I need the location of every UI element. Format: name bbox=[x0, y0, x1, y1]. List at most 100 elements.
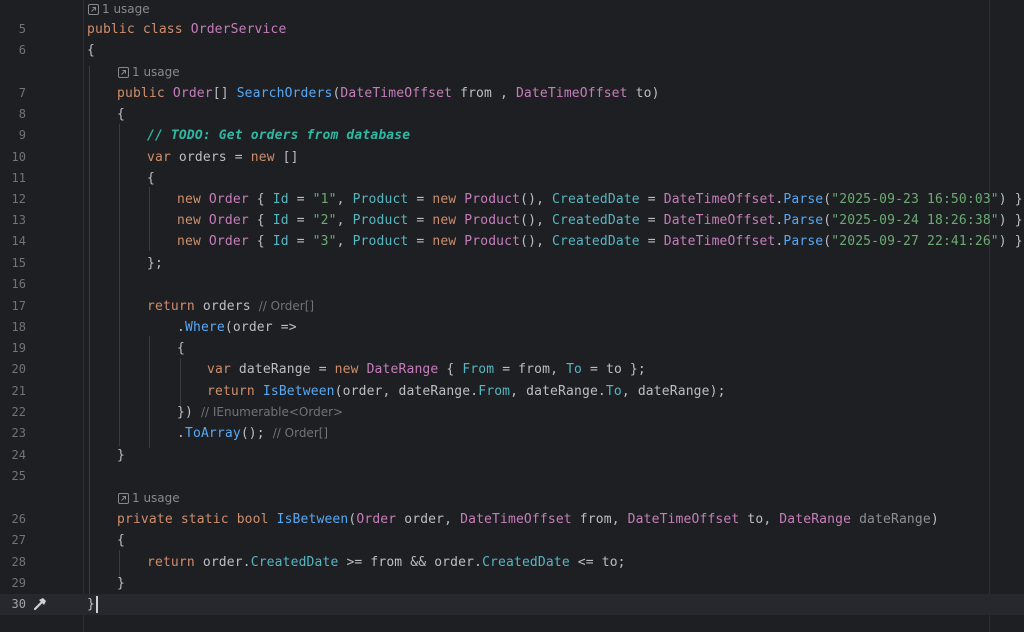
line-number[interactable]: 12 bbox=[0, 189, 26, 210]
punct: [] bbox=[212, 86, 229, 101]
code-line-5[interactable]: public class OrderService bbox=[87, 19, 286, 40]
line-number[interactable]: 25 bbox=[0, 466, 26, 487]
code-line-9[interactable]: // TODO: Get orders from database bbox=[147, 125, 410, 146]
line-number[interactable]: 8 bbox=[0, 104, 26, 125]
indent-guide bbox=[180, 358, 181, 406]
line-number[interactable]: 23 bbox=[0, 423, 26, 444]
keyword: return bbox=[207, 384, 255, 399]
line-number[interactable]: 30 bbox=[0, 594, 26, 615]
line-number[interactable]: 16 bbox=[0, 274, 26, 295]
method-name: SearchOrders bbox=[236, 86, 333, 101]
line-number[interactable]: 20 bbox=[0, 359, 26, 380]
keyword: class bbox=[142, 22, 183, 37]
punct: ) }, bbox=[998, 213, 1024, 228]
line-number[interactable]: 21 bbox=[0, 381, 26, 402]
inlay-type-hint: // Order[] bbox=[258, 299, 315, 313]
line-number[interactable]: 14 bbox=[0, 231, 26, 252]
gutter-border bbox=[83, 0, 84, 632]
brace: { bbox=[87, 43, 95, 58]
param: from bbox=[579, 512, 612, 527]
inlay-type-hint: // Order[] bbox=[272, 426, 329, 440]
line-number[interactable]: 15 bbox=[0, 253, 26, 274]
code-line-11[interactable]: { bbox=[147, 168, 155, 189]
indent-guide bbox=[89, 66, 90, 594]
indent-guide bbox=[149, 336, 150, 448]
brace: } bbox=[87, 597, 95, 612]
code-line-20[interactable]: var dateRange = new DateRange { From = f… bbox=[207, 359, 646, 380]
usage-hint[interactable]: 1 usage bbox=[118, 490, 180, 506]
code-line-14[interactable]: new Order { Id = "3", Product = new Prod… bbox=[177, 231, 1023, 252]
unused-param: dateRange bbox=[859, 512, 931, 527]
code-line-24[interactable]: } bbox=[117, 445, 125, 466]
keyword: return bbox=[147, 555, 195, 570]
code-line-26[interactable]: private static bool IsBetween(Order orde… bbox=[117, 509, 939, 530]
code-line-8[interactable]: { bbox=[117, 104, 125, 125]
usage-hint[interactable]: 1 usage bbox=[118, 64, 180, 80]
type-name: DateTimeOffset bbox=[460, 512, 572, 527]
param: to bbox=[635, 86, 652, 101]
code-line-30[interactable]: } bbox=[87, 594, 98, 615]
usage-hint[interactable]: 1 usage bbox=[88, 1, 150, 17]
line-number[interactable]: 19 bbox=[0, 338, 26, 359]
code-line-7[interactable]: public Order[] SearchOrders(DateTimeOffs… bbox=[117, 83, 660, 104]
brace: }) bbox=[177, 405, 193, 420]
code-line-15[interactable]: }; bbox=[147, 253, 163, 274]
code-line-22[interactable]: }) // IEnumerable<Order> bbox=[177, 402, 343, 423]
line-number[interactable]: 18 bbox=[0, 317, 26, 338]
line-number[interactable]: 28 bbox=[0, 552, 26, 573]
code-line-13[interactable]: new Order { Id = "2", Product = new Prod… bbox=[177, 210, 1024, 231]
method-name: IsBetween bbox=[276, 512, 349, 527]
keyword: new bbox=[334, 362, 359, 377]
code-line-29[interactable]: } bbox=[117, 573, 125, 594]
code-line-17[interactable]: return orders // Order[] bbox=[147, 296, 314, 317]
line-number[interactable]: 7 bbox=[0, 83, 26, 104]
line-number[interactable]: 10 bbox=[0, 147, 26, 168]
code-line-19[interactable]: { bbox=[177, 338, 185, 359]
code-line-6[interactable]: { bbox=[87, 40, 95, 61]
todo-comment: // TODO: Get orders from database bbox=[147, 128, 411, 143]
usage-arrow-icon bbox=[118, 66, 129, 78]
code-line-10[interactable]: var orders = new [] bbox=[147, 147, 299, 168]
code-line-28[interactable]: return order.CreatedDate >= from && orde… bbox=[147, 552, 626, 573]
line-number[interactable]: 26 bbox=[0, 509, 26, 530]
line-number[interactable]: 27 bbox=[0, 530, 26, 551]
line-number[interactable]: 5 bbox=[0, 19, 26, 40]
brace: { bbox=[117, 533, 125, 548]
type-name: Order bbox=[356, 512, 397, 527]
code-line-12[interactable]: new Order { Id = "1", Product = new Prod… bbox=[177, 189, 1024, 210]
code-line-21[interactable]: return IsBetween(order, dateRange.From, … bbox=[207, 381, 726, 402]
line-number[interactable]: 9 bbox=[0, 125, 26, 146]
param: to bbox=[747, 512, 764, 527]
type-name: DateRange bbox=[779, 512, 852, 527]
keyword: static bbox=[180, 512, 229, 527]
usage-arrow-icon bbox=[88, 3, 99, 15]
class-name: OrderService bbox=[190, 22, 287, 37]
brace: }; bbox=[147, 256, 163, 271]
string-literal: "3" bbox=[312, 234, 337, 249]
line-number[interactable]: 24 bbox=[0, 445, 26, 466]
line-number[interactable]: 11 bbox=[0, 168, 26, 189]
keyword: new bbox=[250, 150, 275, 165]
string-literal: "1" bbox=[312, 192, 337, 207]
type-name: DateTimeOffset bbox=[515, 86, 628, 101]
usage-label: 1 usage bbox=[132, 65, 180, 79]
code-line-23[interactable]: .ToArray(); // Order[] bbox=[177, 423, 328, 444]
line-number[interactable]: 13 bbox=[0, 210, 26, 231]
code-line-18[interactable]: .Where(order => bbox=[177, 317, 297, 338]
brace: { bbox=[147, 171, 155, 186]
type-name: Order bbox=[172, 86, 213, 101]
keyword: var bbox=[207, 362, 231, 377]
param: to bbox=[605, 362, 622, 377]
param: from bbox=[460, 86, 493, 101]
text-caret bbox=[95, 596, 98, 613]
hammer-icon[interactable] bbox=[32, 596, 48, 612]
line-number[interactable]: 22 bbox=[0, 402, 26, 423]
punct: ) } bbox=[998, 234, 1023, 249]
line-number[interactable]: 6 bbox=[0, 40, 26, 61]
param: order bbox=[404, 512, 445, 527]
keyword: public bbox=[87, 22, 135, 37]
line-number[interactable]: 17 bbox=[0, 296, 26, 317]
line-number[interactable]: 29 bbox=[0, 573, 26, 594]
string-literal: "2025-09-24 18:26:38" bbox=[831, 213, 999, 228]
code-line-27[interactable]: { bbox=[117, 530, 125, 551]
